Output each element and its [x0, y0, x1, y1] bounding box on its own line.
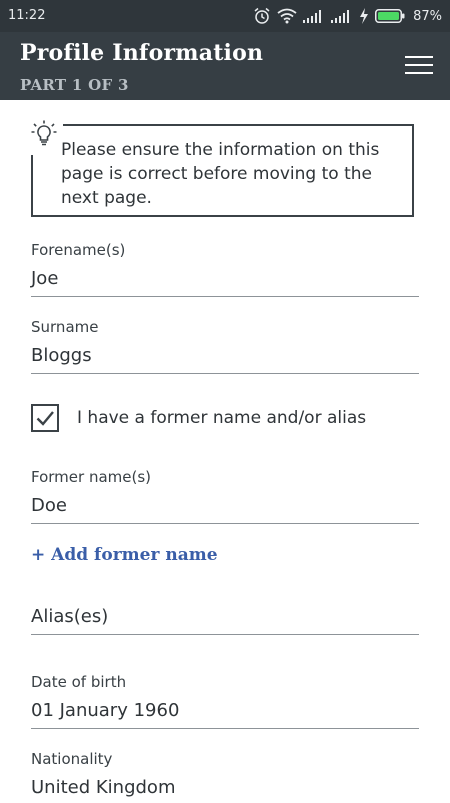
former-name-checkbox-label: I have a former name and/or alias — [77, 408, 367, 428]
page-title: Profile Information — [20, 40, 264, 66]
former-name-checkbox-row[interactable]: I have a former name and/or alias — [31, 404, 366, 432]
surname-underline — [31, 373, 419, 374]
status-bar: 11:22 87% — [0, 0, 450, 32]
date-of-birth-underline — [31, 728, 419, 729]
info-notice: Please ensure the information on this pa… — [25, 119, 414, 217]
wifi-icon — [277, 8, 297, 24]
date-of-birth-input[interactable]: 01 January 1960 — [31, 700, 419, 726]
nationality-input[interactable]: United Kingdom — [31, 777, 419, 803]
hamburger-menu-icon — [405, 56, 433, 58]
forename-label: Forename(s) — [31, 241, 126, 259]
surname-input[interactable]: Bloggs — [31, 345, 419, 371]
date-of-birth-field[interactable]: Date of birth 01 January 1960 — [31, 673, 419, 729]
menu-button[interactable] — [402, 50, 436, 80]
aliases-underline — [31, 634, 419, 635]
surname-label: Surname — [31, 318, 99, 336]
forename-underline — [31, 296, 419, 297]
status-time: 11:22 — [8, 8, 46, 23]
nationality-label: Nationality — [31, 750, 113, 768]
signal-icon — [303, 9, 325, 23]
signal-icon — [331, 9, 353, 23]
former-names-field[interactable]: Former name(s) Doe — [31, 468, 419, 524]
battery-icon — [375, 9, 405, 23]
charging-icon — [359, 8, 369, 24]
former-names-label: Former name(s) — [31, 468, 152, 486]
former-names-underline — [31, 523, 419, 524]
checkmark-icon — [36, 411, 54, 426]
nationality-field[interactable]: Nationality United Kingdom — [31, 750, 419, 803]
former-names-input[interactable]: Doe — [31, 495, 419, 521]
date-of-birth-label: Date of birth — [31, 673, 127, 691]
former-name-checkbox[interactable] — [31, 404, 59, 432]
status-icons: 87% — [253, 6, 442, 26]
page-subtitle: PART 1 OF 3 — [20, 76, 129, 94]
aliases-field[interactable]: Alias(es) — [31, 582, 419, 635]
add-former-name-link[interactable]: + Add former name — [31, 545, 218, 565]
notice-text: Please ensure the information on this pa… — [61, 140, 380, 208]
battery-percent: 87% — [413, 8, 442, 24]
surname-field[interactable]: Surname Bloggs — [31, 318, 419, 374]
lightbulb-icon — [25, 119, 63, 155]
forename-field[interactable]: Forename(s) Joe — [31, 241, 419, 297]
app-bar: Profile Information PART 1 OF 3 — [0, 32, 450, 100]
alarm-icon — [253, 7, 271, 25]
forename-input[interactable]: Joe — [31, 268, 419, 294]
aliases-input[interactable]: Alias(es) — [31, 606, 419, 632]
